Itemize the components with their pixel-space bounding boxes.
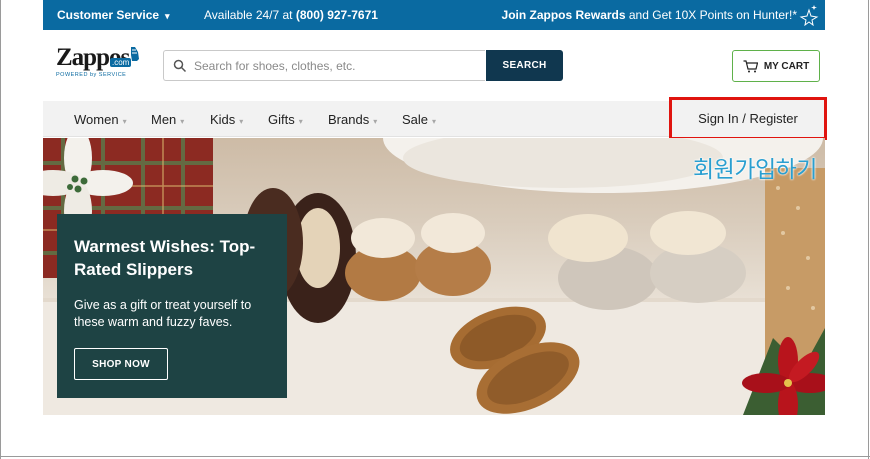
search-button[interactable]: SEARCH [486, 50, 563, 81]
availability-prefix: Available 24/7 at [204, 8, 296, 22]
nav-item-label: Men [151, 112, 177, 127]
nav-item-kids[interactable]: Kids ▾ [210, 112, 243, 127]
sign-in-register-link[interactable]: Sign In / Register [669, 97, 827, 140]
rewards-rest: and Get 10X Points on Hunter!* [625, 8, 797, 22]
cart-label: MY CART [763, 60, 810, 72]
nav-item-men[interactable]: Men ▾ [151, 112, 184, 127]
customer-service-menu[interactable]: Customer Service ▾ [57, 8, 170, 22]
hero-description: Give as a gift or treat yourself to thes… [74, 298, 252, 329]
nav-item-women[interactable]: Women ▾ [74, 112, 127, 127]
chevron-down-icon: ▾ [239, 117, 244, 126]
nav-item-brands[interactable]: Brands ▾ [328, 112, 377, 127]
phone-number[interactable]: (800) 927-7671 [296, 8, 378, 22]
chevron-down-icon: ▾ [298, 117, 303, 126]
rewards-link[interactable]: Join Zappos Rewards and Get 10X Points o… [502, 8, 797, 22]
nav-item-label: Sale [402, 112, 429, 127]
cart-icon [743, 59, 758, 72]
search-box [163, 50, 485, 81]
rewards-bold: Join Zappos Rewards [501, 8, 626, 22]
sparkle-star-icon [799, 5, 819, 26]
hero-promo-card: Warmest Wishes: Top-Rated Slippers Give … [57, 214, 287, 398]
nav-item-label: Gifts [268, 112, 295, 127]
zappos-logo[interactable]: Zappos .com POWERED by SERVICE [56, 44, 140, 84]
nav-item-label: Brands [328, 112, 370, 127]
nav-item-gifts[interactable]: Gifts ▾ [268, 112, 303, 127]
logo-tagline: POWERED by SERVICE [56, 72, 127, 78]
customer-service-label: Customer Service [57, 8, 160, 22]
nav-item-label: Women [74, 112, 119, 127]
chevron-down-icon: ▾ [373, 117, 378, 126]
nav-item-label: Kids [210, 112, 236, 127]
availability-text: Available 24/7 at (800) 927-7671 [204, 8, 378, 22]
top-promo-bar: Customer Service ▾ Available 24/7 at (800… [43, 0, 825, 30]
my-cart-button[interactable]: MY CART [732, 50, 820, 82]
nav-item-sale[interactable]: Sale ▾ [402, 112, 436, 127]
chevron-down-icon: ▾ [165, 11, 170, 21]
shop-now-button[interactable]: SHOP NOW [74, 348, 168, 380]
hero-title: Warmest Wishes: Top-Rated Slippers [74, 237, 256, 279]
search-icon [173, 59, 187, 73]
frame-right [868, 0, 869, 459]
frame-left [0, 0, 1, 459]
sign-in-label: Sign In / Register [698, 111, 798, 126]
chevron-down-icon: ▾ [122, 117, 127, 126]
chevron-down-icon: ▾ [180, 117, 185, 126]
shoe-logo-icon [131, 47, 139, 61]
search-input[interactable] [194, 56, 474, 76]
chevron-down-icon: ▾ [432, 117, 437, 126]
frame-bottom [0, 456, 870, 457]
annotation-label: 회원가입하기 [693, 157, 817, 183]
